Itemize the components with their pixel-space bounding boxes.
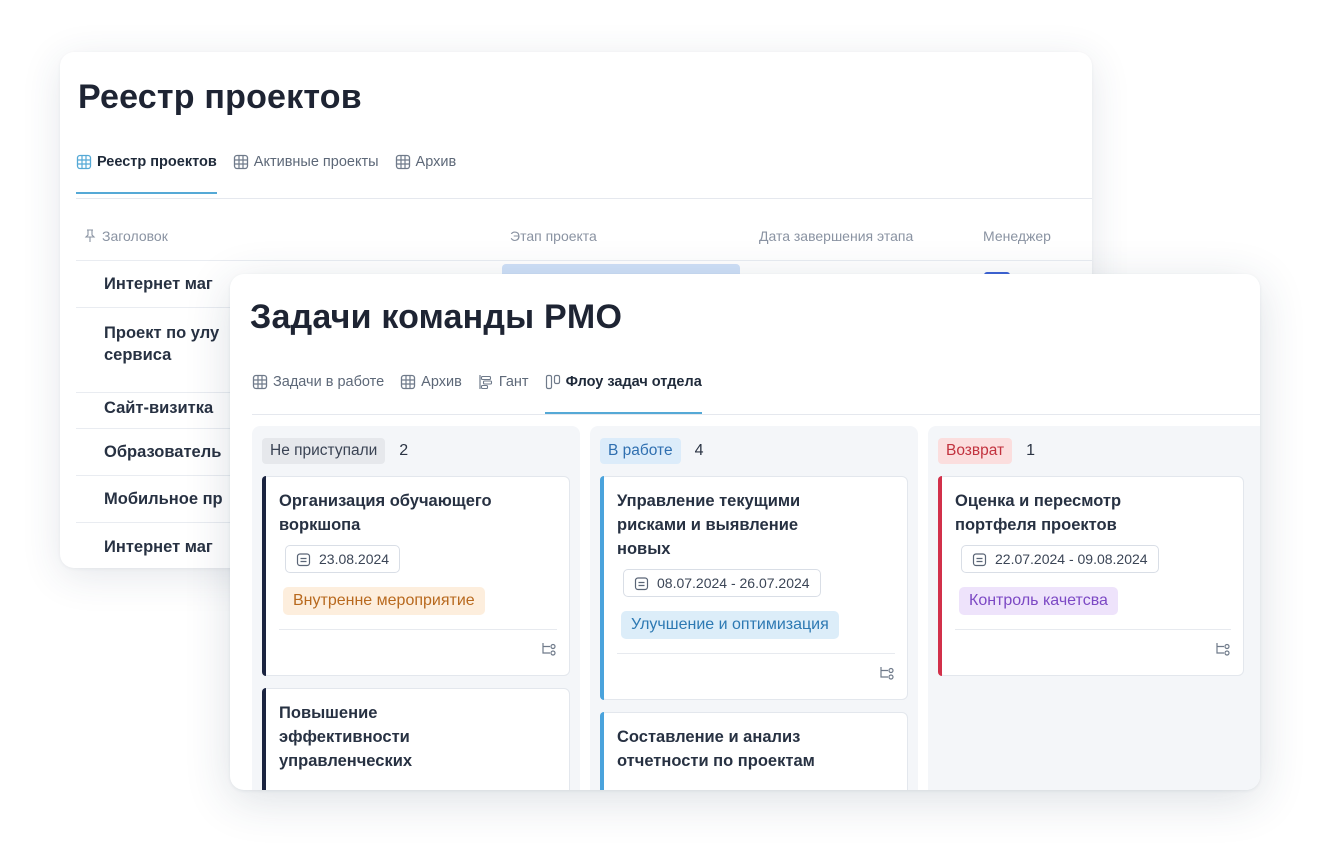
subtask-icon[interactable] [1215, 642, 1231, 656]
subtask-icon[interactable] [541, 642, 557, 656]
tab-label: Архив [415, 154, 457, 170]
page-title: Задачи команды PMO [250, 298, 623, 336]
task-card[interactable]: Повышение эффективности управленческих [262, 688, 570, 790]
column-header: Возврат 1 [938, 436, 1260, 466]
gantt-icon [479, 375, 492, 390]
kanban-board: Не приступали 2 Организация обучающего в… [252, 426, 1260, 790]
kanban-icon [545, 374, 560, 390]
kanban-column-returned: Возврат 1 Оценка и пересмотр портфеля пр… [928, 426, 1260, 790]
task-title: Оценка и пересмотр портфеля проектов [955, 492, 1122, 534]
task-card[interactable]: Оценка и пересмотр портфеля проектов 22.… [938, 476, 1244, 676]
status-badge[interactable]: Возврат [938, 438, 1013, 464]
table-icon [395, 154, 410, 170]
column-header-manager[interactable]: Менеджер [983, 228, 1051, 244]
column-header-title[interactable]: Заголовок [84, 228, 168, 244]
task-title: Повышение эффективности управленческих [279, 704, 413, 770]
pin-icon [84, 229, 96, 242]
card-footer [617, 653, 895, 689]
task-count: 2 [399, 442, 409, 459]
task-card[interactable]: Составление и анализ отчетности по проек… [600, 712, 908, 790]
page-title: Реестр проектов [78, 78, 362, 116]
calendar-icon [296, 552, 311, 566]
table-icon [76, 154, 92, 170]
task-title: Организация обучающего воркшопа [279, 492, 492, 534]
task-date[interactable]: 23.08.2024 [285, 545, 401, 573]
column-header: В работе 4 [600, 436, 908, 466]
table-icon [252, 374, 268, 390]
task-count: 1 [1026, 442, 1036, 459]
task-tag[interactable]: Внутренне мероприятие [283, 587, 485, 615]
calendar-icon [972, 552, 987, 566]
status-badge[interactable]: В работе [600, 438, 681, 464]
task-title: Составление и анализ отчетности по проек… [617, 728, 815, 770]
task-date[interactable]: 08.07.2024 - 26.07.2024 [623, 569, 821, 597]
table-icon [401, 374, 416, 390]
tab-divider [252, 414, 1260, 415]
task-card[interactable]: Организация обучающего воркшопа 23.08.20… [262, 476, 570, 676]
card-footer [279, 629, 557, 665]
tab-label: Реестр проектов [97, 154, 217, 170]
tab-label: Архив [421, 374, 462, 390]
subtask-icon[interactable] [879, 666, 895, 680]
tasks-tabs: Задачи в работе Архив Гант Флоу задач от… [252, 374, 702, 414]
table-icon [233, 154, 248, 170]
card-footer [955, 629, 1231, 665]
task-card[interactable]: Управление текущими рисками и выявление … [600, 476, 908, 700]
registry-tabs: Реестр проектов Активные проекты Архив [76, 154, 456, 194]
tab-tasks-in-progress[interactable]: Задачи в работе [252, 374, 384, 414]
tab-label: Гант [498, 374, 529, 390]
tab-active-projects[interactable]: Активные проекты [233, 154, 379, 194]
task-date[interactable]: 22.07.2024 - 09.08.2024 [961, 545, 1159, 573]
task-count: 4 [694, 442, 704, 459]
tab-archive[interactable]: Архив [395, 154, 457, 194]
pmo-tasks-window: Задачи команды PMO Задачи в работе Архив… [230, 274, 1260, 790]
tab-department-flow[interactable]: Флоу задач отдела [544, 374, 702, 414]
tab-label: Задачи в работе [273, 374, 385, 390]
tab-registry[interactable]: Реестр проектов [76, 154, 217, 194]
status-badge[interactable]: Не приступали [262, 438, 386, 464]
column-header-stage[interactable]: Этап проекта [510, 228, 597, 244]
tab-gantt[interactable]: Гант [478, 374, 529, 414]
column-header-stage-end[interactable]: Дата завершения этапа [759, 228, 913, 244]
tab-label: Флоу задач отдела [565, 374, 702, 390]
task-tag[interactable]: Контроль качетсва [959, 587, 1118, 615]
kanban-column-not-started: Не приступали 2 Организация обучающего в… [252, 426, 580, 790]
tab-divider [76, 198, 1092, 199]
calendar-icon [634, 576, 649, 590]
column-header: Не приступали 2 [262, 436, 570, 466]
kanban-column-in-progress: В работе 4 Управление текущими рисками и… [590, 426, 918, 790]
tab-archive[interactable]: Архив [400, 374, 462, 414]
task-tag[interactable]: Улучшение и оптимизация [621, 611, 839, 639]
task-title: Управление текущими рисками и выявление … [617, 492, 801, 558]
tab-label: Активные проекты [253, 154, 379, 170]
